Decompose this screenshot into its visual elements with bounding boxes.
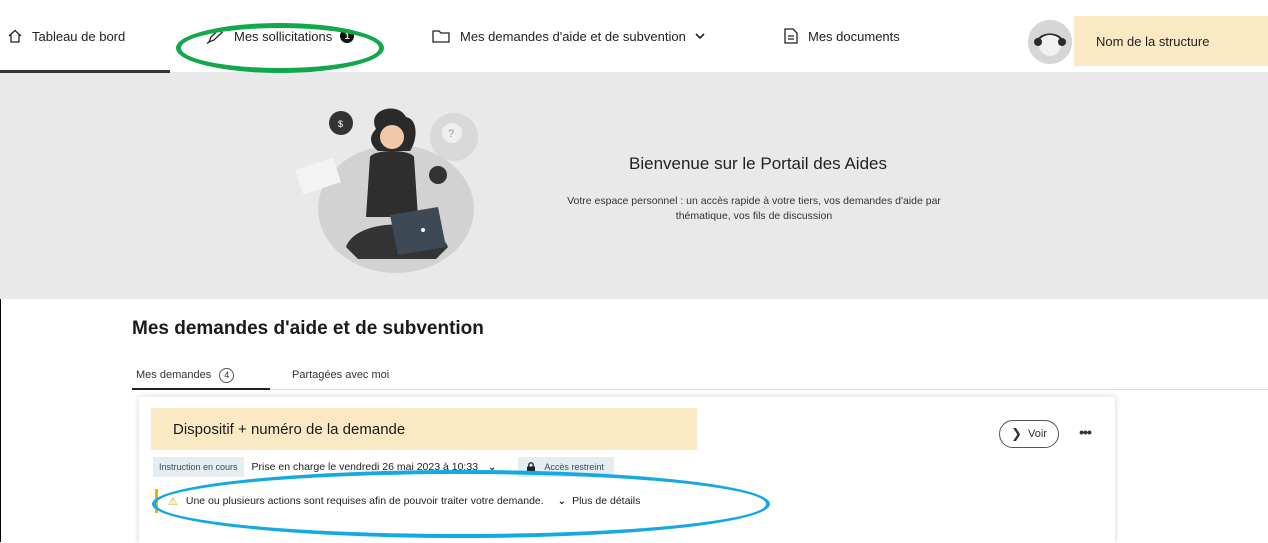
prise-en-charge-text: Prise en charge le vendredi 26 mai 2023 … (251, 461, 479, 473)
notification-badge: 1 (340, 29, 355, 43)
tab-count-badge: 4 (219, 367, 235, 383)
document-icon (784, 28, 798, 44)
hero-description: Votre espace personnel : un accès rapide… (567, 195, 941, 222)
view-button[interactable]: ❯ Voir (999, 420, 1059, 448)
view-button-label: Voir (1027, 428, 1047, 440)
user-avatar[interactable] (1028, 20, 1072, 64)
section-title: Mes demandes d'aide et de subvention (132, 318, 484, 339)
hero-title: Bienvenue sur le Portail des Aides (629, 154, 887, 173)
pen-icon (206, 28, 223, 44)
chevron-down-icon: ⌄ (488, 461, 497, 473)
nav-tab-requests[interactable]: Mes demandes d'aide et de subvention (432, 0, 716, 72)
structure-selector[interactable]: Nom de la structure (1074, 16, 1268, 66)
details-toggle[interactable]: ⌄ Plus de détails (558, 495, 641, 507)
prise-en-charge-toggle[interactable]: Prise en charge le vendredi 26 mai 2023 … (252, 461, 497, 473)
tab-label-partagees: Partagées avec moi (292, 369, 390, 381)
access-label: Accès restreint (544, 462, 604, 472)
request-status-row: Instruction en cours Prise en charge le … (153, 457, 614, 477)
chevron-down-icon: ⌄ (557, 495, 567, 507)
top-navigation: Tableau de bord Mes sollicitations 1 Mes… (0, 0, 1268, 73)
request-card: Dispositif + numéro de la demande ❯ Voir… (139, 397, 1115, 543)
access-badge: Accès restreint (518, 457, 614, 477)
more-options-button[interactable]: ••• (1074, 424, 1096, 444)
folder-icon (432, 30, 450, 43)
tab-mes-demandes[interactable]: Mes demandes 4 (136, 362, 235, 388)
alert-text: Une ou plusieurs actions sont requises a… (185, 495, 544, 507)
warning-icon: ⚠ (168, 495, 178, 508)
status-badge: Instruction en cours (153, 457, 244, 477)
nav-tab-documents[interactable]: Mes documents (784, 0, 900, 72)
tabs-divider (132, 389, 1268, 390)
nav-tab-solicitations[interactable]: Mes sollicitations 1 (206, 0, 355, 72)
nav-tab-dashboard[interactable]: Tableau de bord (8, 0, 125, 72)
tab-label-mes-demandes: Mes demandes (136, 369, 212, 381)
request-title: Dispositif + numéro de la demande (151, 408, 697, 450)
request-tabs: Mes demandes 4 Partagées avec moi (132, 362, 1268, 390)
tab-partagees[interactable]: Partagées avec moi (292, 362, 389, 388)
nav-label-solicitations: Mes sollicitations (234, 28, 333, 44)
details-label: Plus de détails (572, 495, 641, 507)
home-icon (8, 29, 22, 43)
nav-label-documents: Mes documents (808, 28, 900, 44)
welcome-banner: ? $ Bienvenue sur le Portail des Aides V… (0, 73, 1268, 299)
action-required-alert: ⚠ Une ou plusieurs actions sont requises… (155, 489, 713, 513)
structure-name: Nom de la structure (1096, 33, 1210, 49)
welcome-illustration: ? $ (294, 108, 478, 273)
svg-text:?: ? (448, 128, 454, 140)
nav-label-requests: Mes demandes d'aide et de subvention (460, 28, 686, 44)
avatar-illustration (1028, 20, 1072, 64)
lock-icon (527, 461, 536, 472)
active-tab-underline (132, 388, 270, 390)
chevron-down-icon (695, 33, 705, 40)
nav-label-dashboard: Tableau de bord (32, 28, 126, 44)
svg-text:$: $ (338, 119, 343, 129)
chevron-right-icon: ❯ (1011, 426, 1022, 441)
